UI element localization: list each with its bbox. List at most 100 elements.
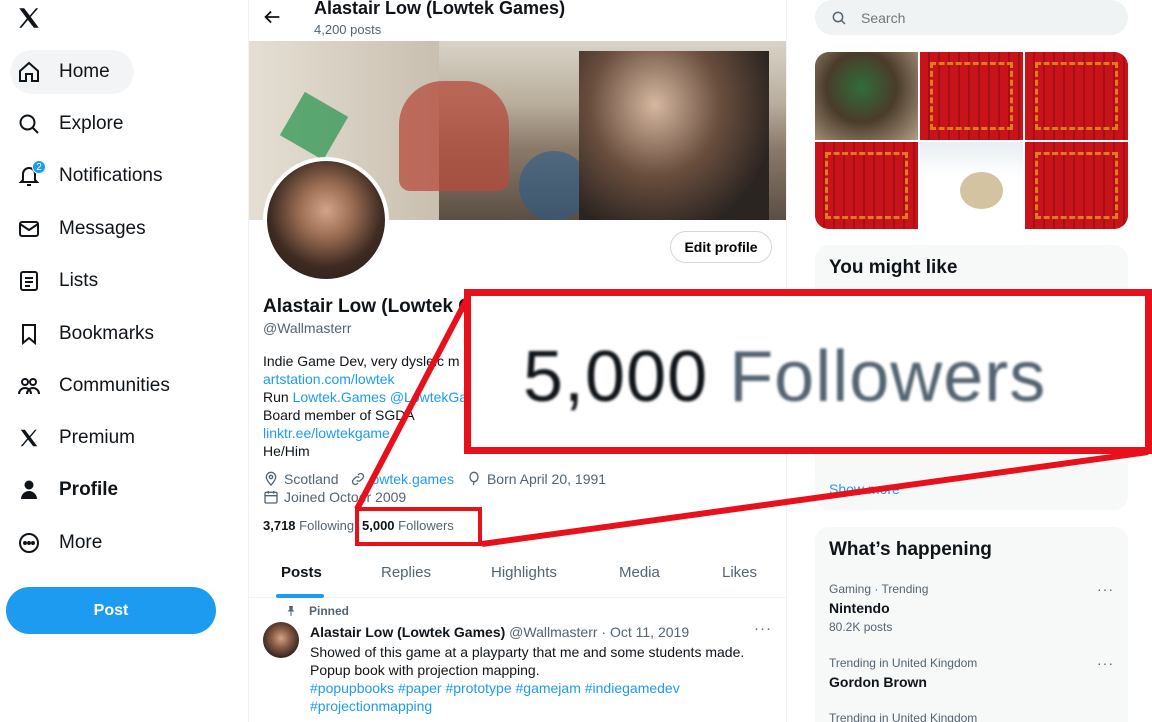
nav-home[interactable]: Home: [10, 50, 134, 94]
nav-messages[interactable]: Messages: [10, 207, 158, 251]
trend-name: Nintendo: [829, 600, 890, 616]
whats-happening-card: What’s happening Gaming · Trending Ninte…: [815, 527, 1128, 722]
link-icon: [352, 472, 365, 486]
profile-handle: @Wallmasterr: [263, 320, 352, 336]
left-navigation: Home Explore 2 Notifications Messages Li…: [0, 0, 248, 722]
nav-notifications[interactable]: 2 Notifications: [10, 154, 175, 198]
media-thumbnail-3[interactable]: [1025, 52, 1128, 140]
media-thumbnail-6[interactable]: [1025, 141, 1128, 229]
post-hashtags-2[interactable]: #projectionmapping: [310, 698, 432, 714]
followers-link[interactable]: 5,000 Followers: [362, 518, 454, 533]
tab-likes[interactable]: Likes: [722, 564, 757, 581]
balloon-icon: [469, 471, 479, 486]
nav-premium[interactable]: Premium: [10, 416, 147, 460]
home-icon: [16, 59, 42, 85]
post-author-name[interactable]: Alastair Low (Lowtek Games): [310, 624, 505, 640]
more-circle-icon: [16, 530, 42, 556]
post-text-line-2: Popup book with projection mapping.: [310, 662, 540, 678]
profile-tabs: Posts Replies Highlights Media Likes: [249, 550, 786, 598]
zoom-followers-count: 5,000: [523, 337, 709, 417]
follow-counts: 3,718 Following: [263, 518, 366, 533]
bio-line-board: Board member of SGDA: [263, 407, 415, 423]
tab-media[interactable]: Media: [619, 564, 660, 581]
nav-bookmarks-label: Bookmarks: [59, 323, 155, 344]
bookmark-icon: [16, 321, 42, 347]
x-premium-icon: [16, 425, 42, 451]
media-thumbnail-4[interactable]: [815, 141, 918, 229]
post-header: Alastair Low (Lowtek Games) @Wallmasterr…: [310, 624, 689, 640]
profile-website[interactable]: owtek.games: [350, 471, 454, 487]
notification-badge: 2: [32, 160, 46, 174]
tab-posts[interactable]: Posts: [281, 564, 322, 581]
nav-more[interactable]: More: [10, 521, 114, 565]
media-thumbnail-2[interactable]: [920, 52, 1023, 140]
show-more-link[interactable]: Show more: [829, 481, 900, 497]
followers-label: Followers: [398, 518, 454, 533]
nav-bookmarks[interactable]: Bookmarks: [10, 312, 166, 356]
zoom-followers-label: Followers: [729, 337, 1047, 417]
location-text: Scotland: [284, 471, 339, 487]
zoom-followers-text: 5,000 Followers: [523, 336, 1046, 418]
location-pin-icon: [265, 471, 277, 486]
post-button[interactable]: Post: [6, 587, 216, 634]
nav-messages-label: Messages: [59, 218, 146, 239]
bio-run-prefix: Run: [263, 389, 293, 405]
profile-avatar[interactable]: [263, 157, 389, 283]
trend-meta: Trending in United Kingdom: [829, 656, 978, 670]
trend-more-icon[interactable]: ···: [1097, 581, 1114, 597]
nav-communities-label: Communities: [59, 375, 170, 396]
zoom-callout: 5,000 Followers: [464, 289, 1152, 454]
nav-lists-label: Lists: [59, 270, 99, 291]
post-hashtags-1[interactable]: #popupbooks #paper #prototype #gamejam #…: [310, 680, 680, 696]
x-logo-icon[interactable]: [16, 5, 44, 33]
following-link[interactable]: 3,718 Following: [263, 518, 354, 533]
media-thumbnail-1[interactable]: [815, 52, 918, 140]
nav-explore[interactable]: Explore: [10, 102, 135, 146]
search-bar[interactable]: [815, 0, 1128, 35]
you-might-like-title: You might like: [829, 257, 958, 278]
header-post-count: 4,200 posts: [314, 22, 382, 37]
trend-more-icon[interactable]: ···: [1097, 655, 1114, 671]
website-link[interactable]: owtek.games: [371, 471, 453, 487]
trend-meta: Gaming · Trending: [829, 582, 929, 596]
trend-name: Gordon Brown: [829, 674, 927, 690]
bio-line-run: Run Lowtek.Games @LowtekGam: [263, 389, 479, 405]
profile-name: Alastair Low (Lowtek G: [263, 296, 474, 317]
followers-count: 5,000: [362, 518, 395, 533]
born-text: Born April 20, 1991: [486, 471, 607, 487]
tab-highlights[interactable]: Highlights: [491, 564, 557, 581]
nav-explore-label: Explore: [59, 113, 124, 134]
communities-icon: [16, 373, 42, 399]
nav-communities[interactable]: Communities: [10, 364, 182, 408]
bio-pronouns: He/Him: [263, 443, 310, 459]
profile-joined: Joined Octo er 2009: [263, 489, 406, 505]
profile-birthday: Born April 20, 1991: [466, 471, 606, 487]
profile-meta-row: Scotland owtek.games Born April 20, 1991: [263, 471, 618, 487]
search-icon: [16, 111, 42, 137]
pin-icon: [287, 606, 295, 616]
nav-notifications-label: Notifications: [59, 165, 163, 186]
media-thumbnail-5[interactable]: [920, 141, 1023, 229]
nav-lists[interactable]: Lists: [10, 259, 110, 303]
bio-link-artstation[interactable]: artstation.com/lowtek: [263, 371, 395, 387]
post-meta: @Wallmasterr · Oct 11, 2019: [509, 624, 690, 640]
header-profile-name: Alastair Low (Lowtek Games): [314, 0, 566, 18]
bio-link-lowtek-games[interactable]: Lowtek.Games: [293, 389, 386, 405]
post-more-menu-icon[interactable]: ···: [754, 620, 772, 637]
following-count: 3,718: [263, 518, 296, 533]
following-label: Following: [299, 518, 355, 533]
search-icon: [832, 11, 846, 25]
post-author-avatar[interactable]: [263, 622, 299, 658]
nav-premium-label: Premium: [59, 427, 136, 448]
calendar-icon: [264, 491, 278, 504]
back-arrow-icon[interactable]: [261, 6, 283, 28]
tab-replies[interactable]: Replies: [381, 564, 431, 581]
nav-profile[interactable]: Profile: [10, 468, 130, 512]
search-input[interactable]: [861, 9, 1091, 26]
edit-profile-button[interactable]: Edit profile: [670, 231, 772, 263]
trend-meta: Trending in United Kingdom: [829, 711, 978, 722]
active-tab-indicator: [276, 594, 324, 598]
nav-home-label: Home: [59, 61, 110, 82]
bio-link-linktree[interactable]: linktr.ee/lowtekgame: [263, 425, 390, 441]
bio-text-1-tail: ic m: [433, 353, 460, 369]
